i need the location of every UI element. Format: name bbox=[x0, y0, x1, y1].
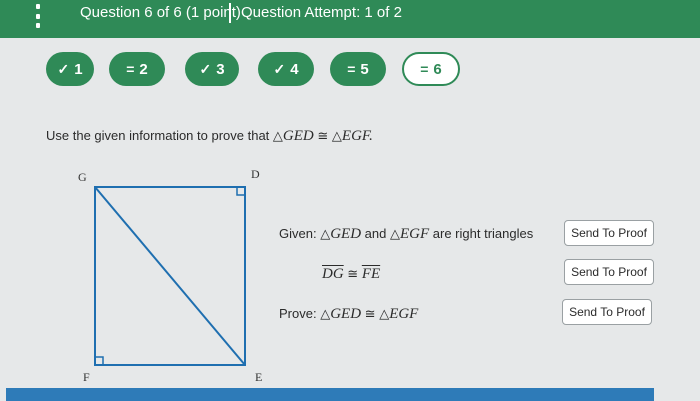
given-suffix: are right triangles bbox=[432, 226, 534, 241]
prove-prefix: Prove: bbox=[279, 306, 317, 321]
send-to-proof-button-2[interactable]: Send To Proof bbox=[564, 259, 654, 285]
prompt-text: Use the given information to prove that bbox=[46, 128, 270, 143]
question-nav-1[interactable]: ✓ 1 bbox=[46, 52, 94, 86]
triangle-symbol: △ bbox=[389, 227, 400, 242]
given-segment-statement: DG ≅ FE bbox=[322, 266, 380, 283]
triangle-symbol: △ bbox=[320, 307, 331, 322]
triangle-name: EGF bbox=[399, 226, 430, 242]
header-bar: Question 6 of 6 (1 point) Question Attem… bbox=[0, 0, 700, 38]
congruent-symbol: ≅ bbox=[364, 307, 376, 322]
triangle-name: GED bbox=[282, 128, 314, 144]
question-title: Question 6 of 6 (1 point) bbox=[80, 4, 241, 21]
congruent-symbol: ≅ bbox=[317, 129, 329, 144]
triangle-symbol: △ bbox=[379, 307, 390, 322]
label-e: E bbox=[255, 370, 262, 384]
label-g: G bbox=[78, 170, 87, 184]
check-icon: ✓ bbox=[273, 60, 286, 77]
given-conjunction: and bbox=[364, 226, 387, 241]
question-nav-2[interactable]: = 2 bbox=[109, 52, 165, 86]
partial-icon: = bbox=[347, 61, 356, 77]
triangle-symbol: △ bbox=[272, 129, 283, 144]
question-nav-3[interactable]: ✓ 3 bbox=[185, 52, 239, 86]
triangle-name: GED bbox=[330, 306, 362, 322]
menu-icon[interactable] bbox=[28, 4, 48, 28]
check-icon: ✓ bbox=[199, 60, 212, 77]
partial-icon: = bbox=[420, 61, 429, 77]
question-number: 1 bbox=[74, 60, 83, 78]
question-number: 2 bbox=[139, 60, 148, 78]
given-prefix: Given: bbox=[279, 226, 317, 241]
question-number: 4 bbox=[290, 60, 299, 78]
question-number: 3 bbox=[216, 60, 225, 78]
label-d: D bbox=[251, 167, 260, 181]
question-number: 5 bbox=[360, 60, 369, 78]
triangle-name: EGF. bbox=[341, 128, 373, 144]
label-f: F bbox=[83, 370, 90, 384]
triangle-name: EGF bbox=[389, 306, 419, 322]
bottom-action-bar bbox=[6, 388, 654, 401]
question-number: 6 bbox=[433, 60, 442, 78]
question-nav-5[interactable]: = 5 bbox=[330, 52, 386, 86]
triangle-symbol: △ bbox=[331, 129, 342, 144]
segment-dg: DG bbox=[322, 266, 344, 282]
diagonal-ge bbox=[94, 186, 246, 366]
question-nav-6[interactable]: = 6 bbox=[402, 52, 460, 86]
header-divider bbox=[229, 3, 231, 23]
triangle-symbol: △ bbox=[320, 227, 331, 242]
right-angle-mark-f bbox=[94, 356, 104, 366]
question-attempt: Question Attempt: 1 of 2 bbox=[241, 4, 402, 21]
triangle-name: GED bbox=[330, 226, 362, 242]
question-prompt: Use the given information to prove that … bbox=[46, 128, 373, 145]
right-angle-mark-d bbox=[236, 186, 246, 196]
segment-fe: FE bbox=[361, 266, 381, 282]
question-nav-4[interactable]: ✓ 4 bbox=[258, 52, 314, 86]
send-to-proof-button-3[interactable]: Send To Proof bbox=[562, 299, 652, 325]
send-to-proof-button-1[interactable]: Send To Proof bbox=[564, 220, 654, 246]
given-statement: Given: △GED and △EGF are right triangles bbox=[279, 226, 533, 243]
check-icon: ✓ bbox=[57, 60, 70, 77]
partial-icon: = bbox=[126, 61, 135, 77]
prove-statement: Prove: △GED ≅ △EGF bbox=[279, 306, 418, 323]
congruent-symbol: ≅ bbox=[347, 267, 359, 282]
geometry-diagram: G D F E bbox=[78, 167, 262, 384]
